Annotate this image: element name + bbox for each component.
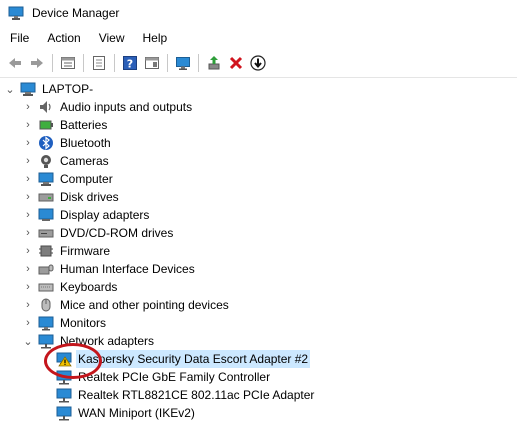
computer-icon: [20, 81, 36, 97]
tree-item-label: Keyboards: [60, 280, 118, 294]
expand-chevron-icon[interactable]: ›: [22, 296, 34, 314]
toolbar-separator: [114, 54, 115, 72]
device-manager-icon: [8, 5, 24, 21]
menu-action[interactable]: Action: [38, 28, 89, 48]
tree-item-hid[interactable]: › Human Interface Devices: [22, 260, 197, 278]
tree-item-display-adapters[interactable]: › Display adapters: [22, 206, 151, 224]
expand-chevron-icon[interactable]: ›: [22, 314, 34, 332]
tree-item-bluetooth[interactable]: › Bluetooth: [22, 134, 113, 152]
bluetooth-icon: [38, 135, 54, 151]
tree-root-laptop[interactable]: ⌄ LAPTOP-: [4, 80, 95, 98]
svg-text:?: ?: [127, 58, 133, 71]
expand-chevron-icon[interactable]: ›: [22, 134, 34, 152]
tree-item-network-adapters[interactable]: ⌄ Network adapters: [22, 332, 156, 350]
speaker-icon: [38, 99, 54, 115]
tree-item-kaspersky-adapter[interactable]: Kaspersky Security Data Escort Adapter #…: [52, 350, 311, 368]
tree-item-label: Realtek PCIe GbE Family Controller: [78, 370, 271, 384]
show-hide-tree-icon[interactable]: [89, 53, 109, 73]
tree-item-label: DVD/CD-ROM drives: [60, 226, 174, 240]
network-adapter-warning-icon: [56, 351, 72, 367]
toolbar-separator: [52, 54, 53, 72]
camera-icon: [38, 153, 54, 169]
computer-icon: [38, 171, 54, 187]
hid-icon: [38, 261, 54, 277]
expand-chevron-icon[interactable]: ›: [22, 224, 34, 242]
uninstall-icon[interactable]: [226, 53, 246, 73]
dvd-icon: [38, 225, 54, 241]
toolbar: ?: [0, 49, 517, 78]
tree-item-label: Cameras: [60, 154, 109, 168]
tree-item-realtek-wifi[interactable]: Realtek RTL8821CE 802.11ac PCIe Adapter: [52, 386, 316, 404]
tree-item-audio[interactable]: › Audio inputs and outputs: [22, 98, 194, 116]
tree-item-label: Bluetooth: [60, 136, 111, 150]
tree-item-label: Human Interface Devices: [60, 262, 195, 276]
firmware-icon: [38, 243, 54, 259]
expand-chevron-icon[interactable]: ›: [22, 152, 34, 170]
toolbar-separator: [198, 54, 199, 72]
monitor-icon: [38, 315, 54, 331]
tree-item-label: Batteries: [60, 118, 108, 132]
expand-chevron-icon[interactable]: ›: [22, 278, 34, 296]
expand-chevron-icon[interactable]: ›: [22, 170, 34, 188]
collapse-chevron-icon[interactable]: ⌄: [4, 80, 16, 98]
tree-item-label: Disk drives: [60, 190, 119, 204]
tree-item-label: Network adapters: [60, 334, 155, 348]
display-icon: [38, 207, 54, 223]
action-pane-icon[interactable]: [142, 53, 162, 73]
battery-icon: [38, 117, 54, 133]
tree-item-label: Mice and other pointing devices: [60, 298, 229, 312]
network-adapter-icon: [56, 369, 72, 385]
tree-item-computer[interactable]: › Computer: [22, 170, 115, 188]
expand-chevron-icon[interactable]: ›: [22, 98, 34, 116]
toolbar-separator: [167, 54, 168, 72]
tree-item-monitors[interactable]: › Monitors: [22, 314, 108, 332]
tree-item-label: Computer: [60, 172, 113, 186]
keyboard-icon: [38, 279, 54, 295]
mouse-icon: [38, 297, 54, 313]
disable-icon[interactable]: [248, 53, 268, 73]
expand-chevron-icon[interactable]: ›: [22, 242, 34, 260]
forward-icon[interactable]: [27, 53, 47, 73]
back-icon[interactable]: [5, 53, 25, 73]
tree-item-keyboards[interactable]: › Keyboards: [22, 278, 119, 296]
tree-item-label: Firmware: [60, 244, 110, 258]
expand-chevron-icon[interactable]: ›: [22, 206, 34, 224]
expand-chevron-icon[interactable]: ›: [22, 188, 34, 206]
menu-file[interactable]: File: [0, 28, 38, 48]
disk-icon: [38, 189, 54, 205]
tree-item-label: WAN Miniport (IKEv2): [78, 406, 195, 420]
tree-item-mice[interactable]: › Mice and other pointing devices: [22, 296, 231, 314]
help-icon[interactable]: ?: [120, 53, 140, 73]
collapse-chevron-icon[interactable]: ⌄: [22, 332, 34, 350]
expand-chevron-icon[interactable]: ›: [22, 116, 34, 134]
tree-root-label: LAPTOP-: [42, 82, 94, 96]
expand-chevron-icon[interactable]: ›: [22, 260, 34, 278]
title-bar: Device Manager: [0, 0, 517, 26]
tree-item-dvd[interactable]: › DVD/CD-ROM drives: [22, 224, 175, 242]
tree-item-realtek-gbe[interactable]: Realtek PCIe GbE Family Controller: [52, 368, 272, 386]
menu-bar: File Action View Help: [0, 28, 517, 48]
tree-item-wan-miniport[interactable]: WAN Miniport (IKEv2): [52, 404, 197, 422]
tree-item-label: Realtek RTL8821CE 802.11ac PCIe Adapter: [78, 388, 315, 402]
tree-item-label: Monitors: [60, 316, 107, 330]
network-adapter-icon: [56, 387, 72, 403]
tree-item-label: Kaspersky Security Data Escort Adapter #…: [76, 350, 311, 368]
tree-item-batteries[interactable]: › Batteries: [22, 116, 109, 134]
tree-item-label: Display adapters: [60, 208, 150, 222]
tree-item-disk-drives[interactable]: › Disk drives: [22, 188, 121, 206]
tree-item-label: Audio inputs and outputs: [60, 100, 193, 114]
toolbar-separator: [83, 54, 84, 72]
menu-help[interactable]: Help: [134, 28, 177, 48]
properties-icon[interactable]: [58, 53, 78, 73]
network-adapter-icon: [56, 405, 72, 421]
menu-view[interactable]: View: [90, 28, 134, 48]
network-icon: [38, 333, 54, 349]
window-title: Device Manager: [32, 6, 120, 20]
update-driver-icon[interactable]: [204, 53, 224, 73]
tree-item-cameras[interactable]: › Cameras: [22, 152, 111, 170]
tree-item-firmware[interactable]: › Firmware: [22, 242, 112, 260]
scan-hardware-icon[interactable]: [173, 53, 193, 73]
